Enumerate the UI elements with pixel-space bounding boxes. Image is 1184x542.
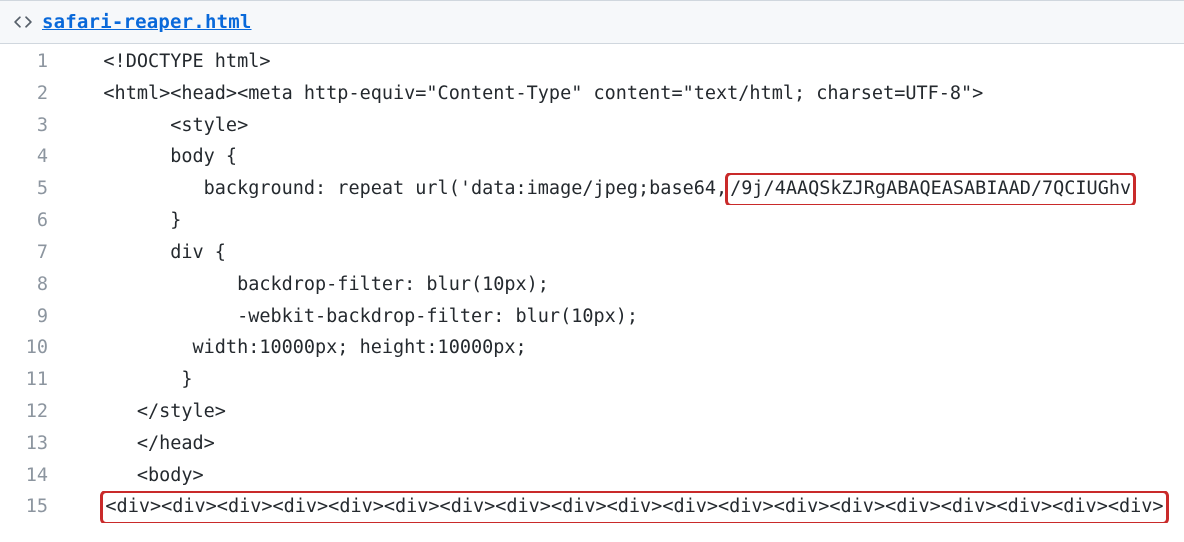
code-content: backdrop-filter: blur(10px); [70, 269, 1184, 301]
code-content: <body> [70, 460, 1184, 492]
code-line: 1 <!DOCTYPE html> [0, 46, 1184, 78]
code-content: </head> [70, 428, 1184, 460]
line-number: 11 [0, 364, 70, 396]
highlight-annotation: <div><div><div><div><div><div><div><div>… [100, 491, 1168, 523]
code-content: <style> [70, 110, 1184, 142]
code-content: } [70, 205, 1184, 237]
code-content: body { [70, 141, 1184, 173]
code-line: 12 </style> [0, 396, 1184, 428]
line-number: 6 [0, 205, 70, 237]
line-number: 8 [0, 269, 70, 301]
code-content: <div><div><div><div><div><div><div><div>… [70, 491, 1184, 523]
line-number: 1 [0, 46, 70, 78]
line-number: 10 [0, 332, 70, 364]
line-number: 15 [0, 491, 70, 523]
line-number: 14 [0, 460, 70, 492]
code-line: 10 width:10000px; height:10000px; [0, 332, 1184, 364]
code-line: 4 body { [0, 141, 1184, 173]
code-line: 14 <body> [0, 460, 1184, 492]
code-line: 15 <div><div><div><div><div><div><div><d… [0, 491, 1184, 523]
line-number: 4 [0, 141, 70, 173]
code-line: 2 <html><head><meta http-equiv="Content-… [0, 78, 1184, 110]
code-line: 3 <style> [0, 110, 1184, 142]
code-line: 9 -webkit-backdrop-filter: blur(10px); [0, 301, 1184, 333]
line-number: 9 [0, 301, 70, 333]
code-line: 11 } [0, 364, 1184, 396]
code-content: </style> [70, 396, 1184, 428]
highlight-annotation: /9j/4AAQSkZJRgABAQEASABIAAD/7QCIUGhv [725, 173, 1136, 205]
line-number: 12 [0, 396, 70, 428]
code-viewer: 1 <!DOCTYPE html>2 <html><head><meta htt… [0, 44, 1184, 523]
code-file-icon [14, 13, 32, 31]
code-line: 8 backdrop-filter: blur(10px); [0, 269, 1184, 301]
code-line: 13 </head> [0, 428, 1184, 460]
code-line: 6 } [0, 205, 1184, 237]
code-content: } [70, 364, 1184, 396]
line-number: 2 [0, 78, 70, 110]
code-line: 5 background: repeat url('data:image/jpe… [0, 173, 1184, 205]
code-content: <html><head><meta http-equiv="Content-Ty… [70, 78, 1184, 110]
code-content: background: repeat url('data:image/jpeg;… [70, 173, 1184, 205]
code-line: 7 div { [0, 237, 1184, 269]
code-content: width:10000px; height:10000px; [70, 332, 1184, 364]
code-content: <!DOCTYPE html> [70, 46, 1184, 78]
filename-link[interactable]: safari-reaper.html [42, 11, 252, 33]
line-number: 7 [0, 237, 70, 269]
line-number: 3 [0, 110, 70, 142]
code-content: div { [70, 237, 1184, 269]
line-number: 5 [0, 173, 70, 205]
file-header: safari-reaper.html [0, 0, 1184, 44]
line-number: 13 [0, 428, 70, 460]
code-content: -webkit-backdrop-filter: blur(10px); [70, 301, 1184, 333]
